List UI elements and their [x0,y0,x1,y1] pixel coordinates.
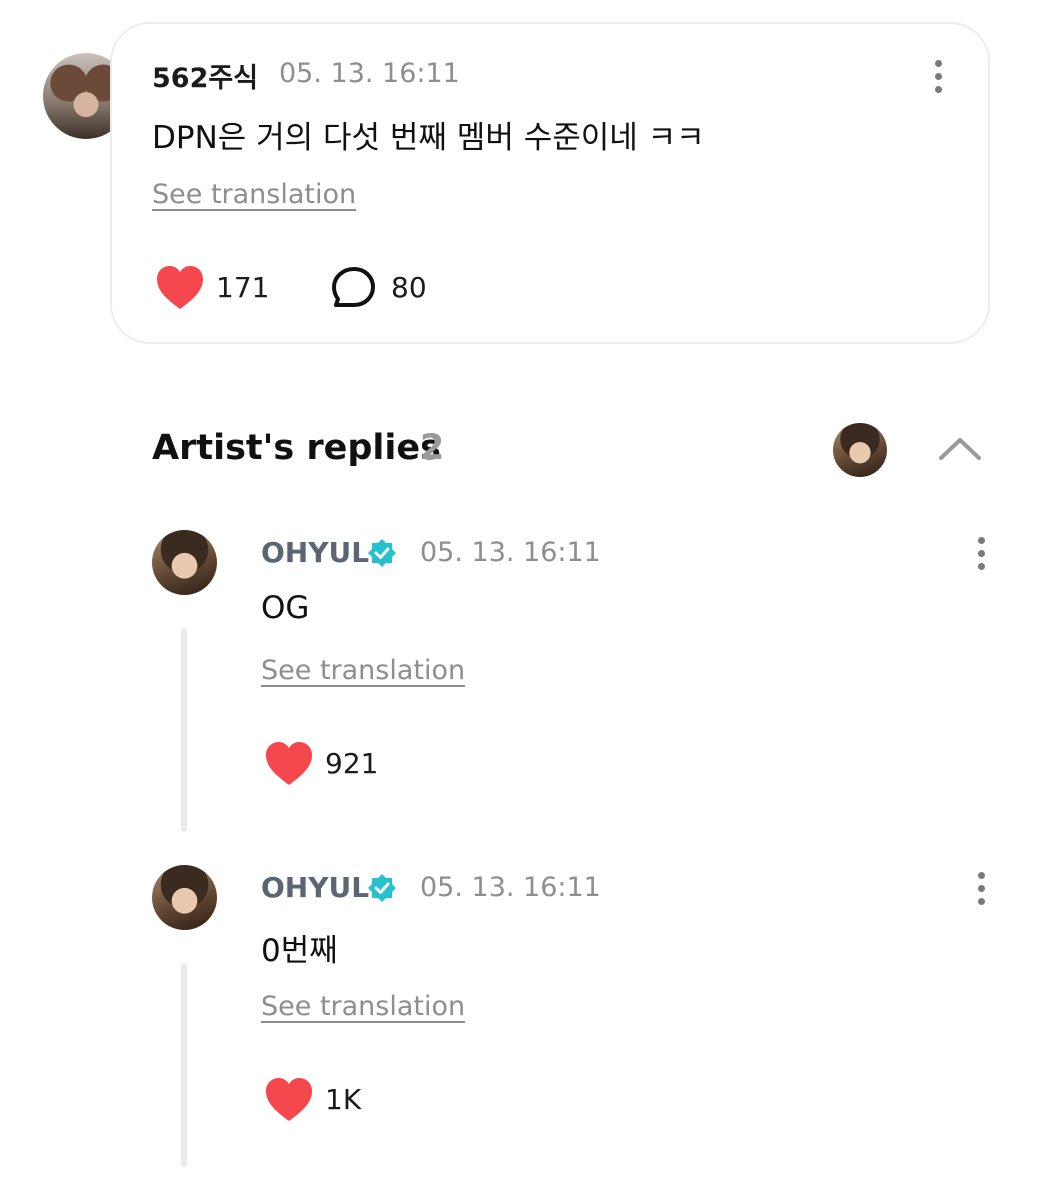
reply-text: 0번째 [261,933,338,969]
reply-like-count: 1K [325,1083,362,1116]
thread-line [181,628,187,832]
see-translation-link[interactable]: See translation [152,179,356,210]
heart-icon[interactable] [155,265,205,311]
artist-avatar-small[interactable] [833,423,887,477]
comment-username[interactable]: 562주식 [152,56,258,95]
comment-text: DPN은 거의 다섯 번째 멤버 수준이네 ㅋㅋ [152,120,705,156]
verified-badge-icon [368,874,396,902]
comment-bubble-icon[interactable] [331,266,377,310]
chevron-up-icon[interactable] [938,436,982,462]
more-vertical-icon[interactable] [933,60,943,93]
see-translation-link[interactable]: See translation [261,655,465,686]
reply-timestamp: 05. 13. 16:11 [420,872,601,903]
comment-timestamp: 05. 13. 16:11 [279,58,460,89]
artist-replies-count: 2 [420,428,445,468]
verified-badge-icon [368,539,396,567]
reply-timestamp: 05. 13. 16:11 [420,537,601,568]
reply-text: OG [261,590,310,626]
see-translation-link[interactable]: See translation [261,991,465,1022]
reply-like-count: 921 [325,747,379,780]
heart-icon[interactable] [264,741,314,787]
artist-avatar[interactable] [152,530,217,595]
heart-icon[interactable] [264,1077,314,1123]
more-vertical-icon[interactable] [976,537,986,570]
artist-name[interactable]: OHYUL [261,536,369,569]
thread-line [181,963,187,1167]
artist-replies-title: Artist's replies [152,428,441,468]
artist-name[interactable]: OHYUL [261,871,369,904]
comment-reply-count: 80 [391,271,427,304]
more-vertical-icon[interactable] [976,872,986,905]
comment-like-count: 171 [216,271,270,304]
artist-avatar[interactable] [152,865,217,930]
